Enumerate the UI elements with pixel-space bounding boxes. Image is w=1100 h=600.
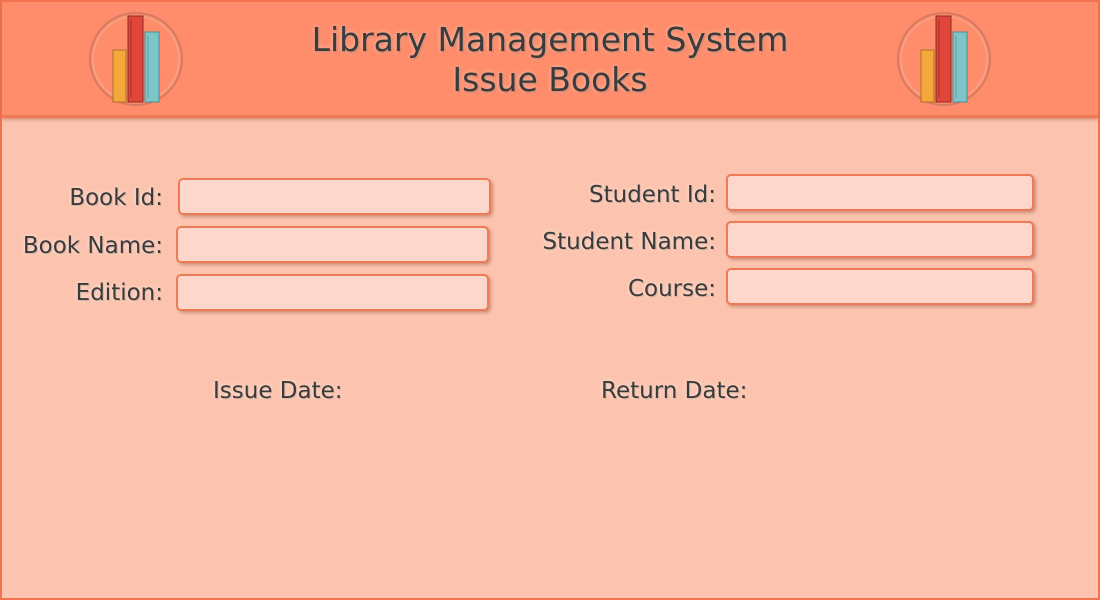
edition-input[interactable] <box>176 274 489 311</box>
book-id-input[interactable] <box>178 178 491 215</box>
edition-label: Edition: <box>75 280 163 306</box>
course-input[interactable] <box>726 268 1034 305</box>
course-label: Course: <box>627 276 716 302</box>
book-name-label: Book Name: <box>22 233 163 259</box>
student-id-label: Student Id: <box>589 182 716 208</box>
student-name-label: Student Name: <box>542 229 716 255</box>
issue-books-window: Library Management System Issue Books Bo… <box>0 0 1100 600</box>
issue-date-label: Issue Date: <box>213 378 343 404</box>
header-banner: Library Management System Issue Books <box>2 2 1098 118</box>
books-icon <box>897 12 991 106</box>
student-id-input[interactable] <box>726 174 1034 211</box>
return-date-label: Return Date: <box>601 378 748 404</box>
book-name-input[interactable] <box>176 226 489 263</box>
book-id-label: Book Id: <box>69 185 163 211</box>
student-name-input[interactable] <box>726 221 1034 258</box>
